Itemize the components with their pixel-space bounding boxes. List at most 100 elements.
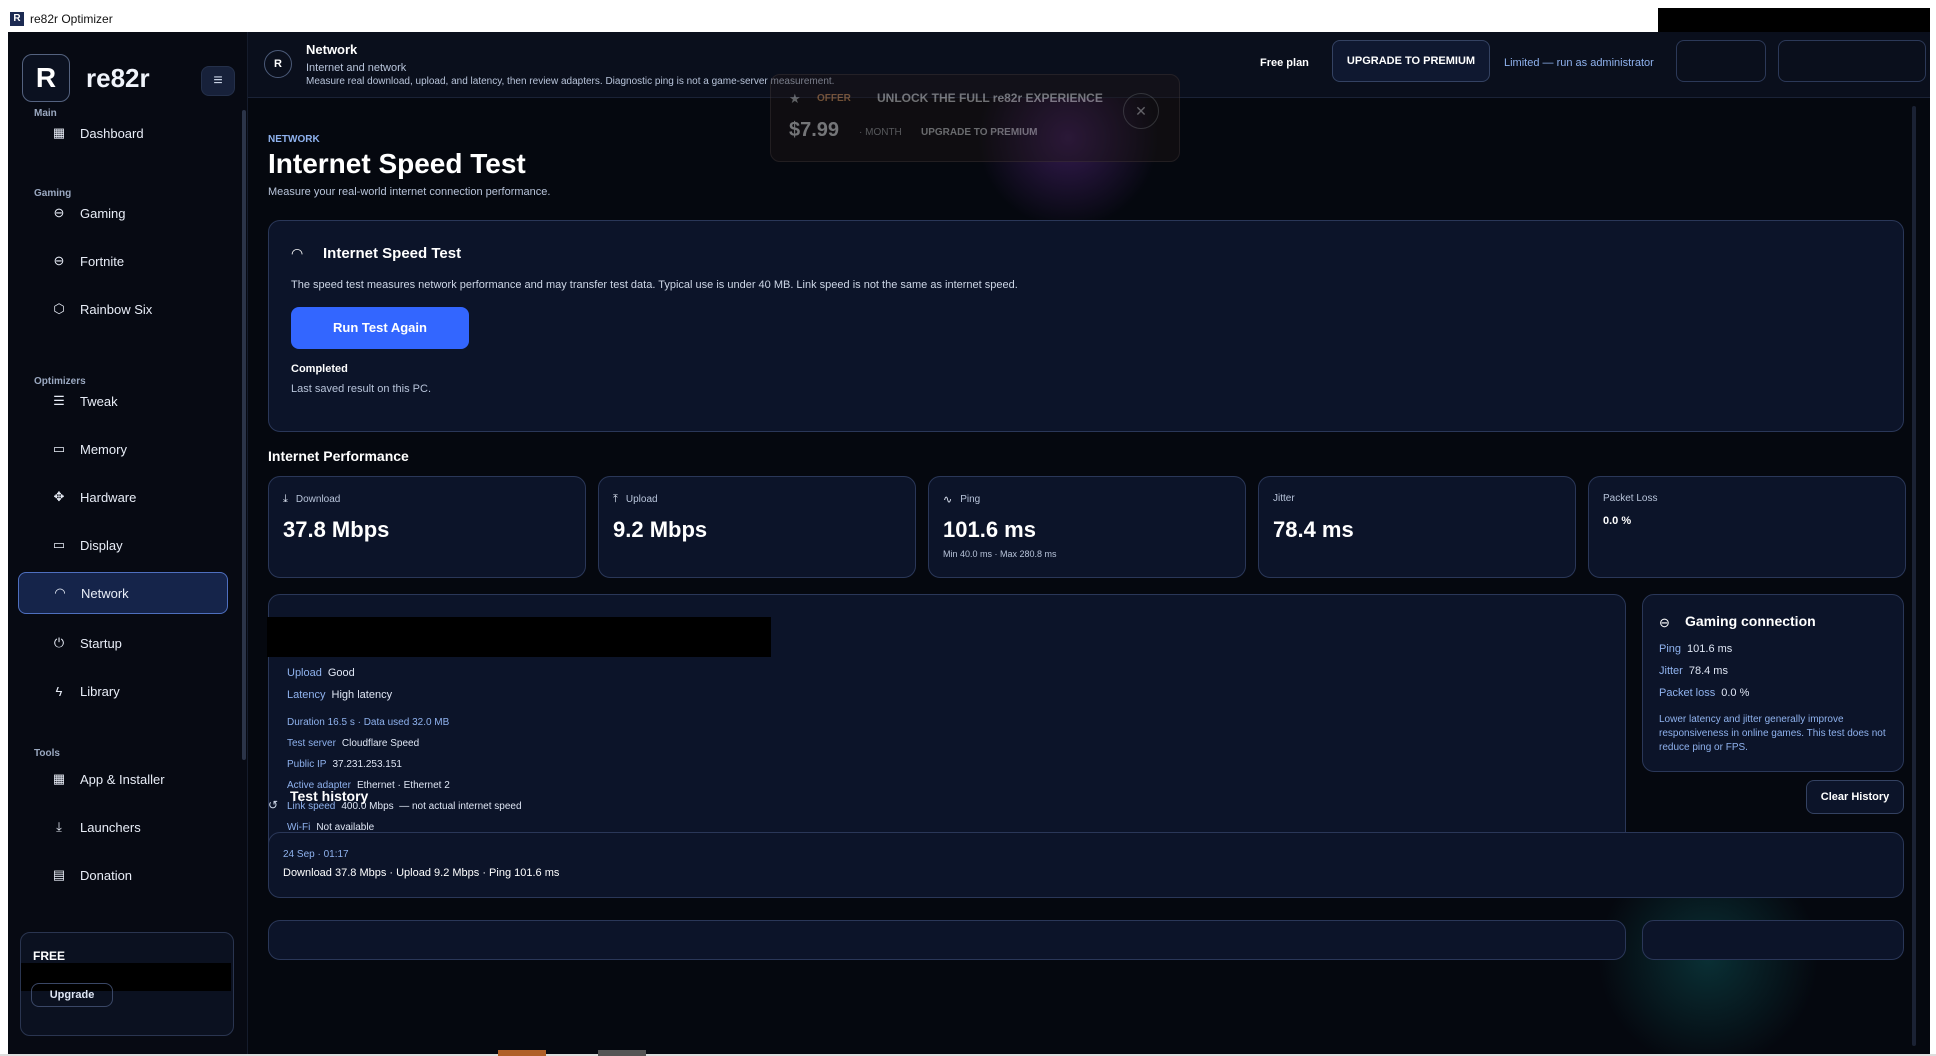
app-window: R re82r ≡ Main ▦ Dashboard Gaming ⊖ Gami…	[8, 32, 1930, 1054]
wifi-icon: ◠	[54, 585, 66, 600]
gamepad-icon: ⊖	[1659, 615, 1670, 630]
history-item[interactable]: 24 Sep · 01:17 Download 37.8 Mbps · Uplo…	[268, 832, 1904, 898]
sidebar-item-startup[interactable]: ⏻ Startup	[18, 622, 228, 664]
hexagon-icon: ⬡	[53, 301, 65, 316]
header-button[interactable]	[1676, 40, 1766, 82]
performance-title: Internet Performance	[268, 448, 409, 464]
plan-label: FREE	[33, 949, 66, 963]
metric-ping: ∿ Ping 101.6 ms Min 40.0 ms · Max 280.8 m…	[928, 476, 1246, 578]
gamepad-icon: ⊖	[53, 205, 65, 220]
sidebar-item-label: Memory	[80, 441, 127, 457]
bolt-icon: ϟ	[55, 683, 63, 699]
speed-test-title: Internet Speed Test	[323, 245, 462, 262]
sidebar-item-hardware[interactable]: ✥ Hardware	[18, 476, 228, 518]
history-title: Test history	[290, 788, 369, 804]
grid-icon: ▦	[52, 125, 66, 140]
metric-value: 0.0 %	[1603, 515, 1632, 527]
metric-label: Packet Loss	[1603, 493, 1658, 504]
header-logo: R	[264, 50, 292, 78]
gaming-jitter: Jitter 78.4 ms	[1659, 665, 1728, 677]
sidebar-item-display[interactable]: ▭ Display	[18, 524, 228, 566]
metric-download: ⤓ Download 37.8 Mbps	[268, 476, 586, 578]
main-scrollbar[interactable]	[1912, 106, 1916, 1046]
metric-packet-loss: Packet Loss 0.0 %	[1588, 476, 1906, 578]
header-button[interactable]	[1778, 40, 1926, 82]
metric-upload: ⤒ Upload 9.2 Mbps	[598, 476, 916, 578]
close-icon[interactable]: ✕	[1123, 93, 1159, 129]
metric-value: 101.6 ms	[943, 517, 1036, 542]
speed-test-note: The speed test measures network performa…	[291, 279, 1018, 291]
gaming-title: Gaming connection	[1685, 613, 1816, 629]
gaming-note: Lower latency and jitter generally impro…	[1659, 714, 1886, 753]
sidebar-item-fortnite[interactable]: ⊖ Fortnite	[18, 240, 228, 282]
sidebar-item-label: Fortnite	[80, 253, 125, 269]
metric-label: Download	[295, 494, 341, 505]
metric-label: Jitter	[1273, 493, 1295, 504]
title-bar: R re82r Optimizer	[0, 0, 1936, 70]
redacted-area	[267, 617, 771, 657]
brand: R re82r	[22, 54, 150, 102]
detail-latency: Latency High latency	[287, 689, 393, 701]
sidebar-item-label: Dashboard	[80, 125, 144, 141]
sidebar-item-label: Launchers	[80, 819, 141, 835]
sidebar-scrollbar[interactable]	[242, 110, 246, 760]
detail-public-ip: Public IP 37.231.253.151	[287, 759, 402, 770]
offer-banner[interactable]: ★ OFFER UNLOCK THE FULL re82r EXPERIENCE…	[770, 74, 1180, 162]
plan-card: FREE Upgrade	[20, 932, 234, 1036]
metric-label: Upload	[625, 494, 658, 505]
logo: R	[22, 54, 70, 102]
metric-value: 78.4 ms	[1273, 517, 1354, 542]
sidebar: R re82r ≡ Main ▦ Dashboard Gaming ⊖ Gami…	[8, 32, 248, 1054]
header-description: Measure real download, upload, and laten…	[306, 76, 835, 87]
download-icon: ⤓	[283, 493, 288, 505]
taskbar-item[interactable]	[598, 1050, 646, 1056]
sidebar-item-label: Network	[81, 585, 129, 601]
gaming-ping: Ping 101.6 ms	[1659, 643, 1733, 655]
gamepad-icon: ⊖	[53, 253, 65, 268]
menu-toggle-button[interactable]: ≡	[201, 66, 235, 96]
metric-sub: Min 40.0 ms · Max 280.8 ms	[943, 549, 1057, 559]
wifi-icon: ◠	[291, 245, 304, 261]
history-date: 24 Sep · 01:17	[283, 849, 349, 860]
sidebar-item-launchers[interactable]: ⤓ Launchers	[18, 806, 228, 848]
upgrade-button[interactable]: Upgrade	[31, 983, 113, 1007]
sidebar-item-tweak[interactable]: ☰ Tweak	[18, 380, 228, 422]
taskbar-item[interactable]	[498, 1050, 546, 1056]
metric-value: 37.8 Mbps	[283, 517, 390, 542]
main-content: NETWORK Internet Speed Test Measure your…	[248, 98, 1930, 1054]
metric-jitter: Jitter 78.4 ms	[1258, 476, 1576, 578]
clear-history-button[interactable]: Clear History	[1806, 780, 1904, 814]
run-test-button[interactable]: Run Test Again	[291, 307, 469, 349]
header-subtitle: Internet and network	[306, 62, 407, 74]
sidebar-item-label: Donation	[80, 867, 133, 883]
admin-notice-link[interactable]: Limited — run as administrator	[1504, 57, 1654, 69]
sidebar-item-gaming[interactable]: ⊖ Gaming	[18, 192, 228, 234]
power-icon: ⏻	[53, 635, 65, 650]
brand-name: re82r	[86, 62, 150, 93]
offer-cta[interactable]: UPGRADE TO PREMIUM	[921, 127, 1038, 138]
sidebar-item-donation[interactable]: ▤ Donation	[18, 854, 228, 896]
sidebar-item-rainbow-six[interactable]: ⬡ Rainbow Six	[18, 288, 228, 330]
sidebar-item-dashboard[interactable]: ▦ Dashboard	[18, 112, 228, 154]
sidebar-item-network[interactable]: ◠ Network	[18, 572, 228, 614]
speed-test-card: ◠ Internet Speed Test The speed test mea…	[268, 220, 1904, 432]
sidebar-item-app-installer[interactable]: ▦ App & Installer	[18, 758, 228, 800]
sidebar-item-label: Gaming	[80, 205, 126, 221]
page-subtitle: Measure your real-world internet connect…	[268, 186, 551, 198]
detail-upload: Upload Good	[287, 667, 355, 679]
header-title: Network	[306, 42, 358, 57]
pulse-icon: ∿	[943, 494, 953, 506]
upload-icon: ⤒	[613, 493, 618, 505]
sidebar-item-memory[interactable]: ▭ Memory	[18, 428, 228, 470]
sidebar-item-label: Display	[80, 537, 123, 553]
sidebar-item-library[interactable]: ϟ Library	[18, 670, 228, 712]
sliders-icon: ☰	[53, 393, 65, 408]
offer-tag: OFFER	[817, 93, 851, 104]
sidebar-item-label: App & Installer	[80, 771, 165, 787]
download-icon: ⤓	[56, 819, 62, 834]
upgrade-premium-button[interactable]: UPGRADE TO PREMIUM	[1332, 40, 1490, 82]
card-partial	[268, 920, 1626, 960]
chip-icon: ✥	[53, 489, 65, 504]
test-saved-note: Last saved result on this PC.	[291, 383, 432, 395]
connection-details-card: Upload Good Latency High latency Duration …	[267, 594, 1626, 854]
